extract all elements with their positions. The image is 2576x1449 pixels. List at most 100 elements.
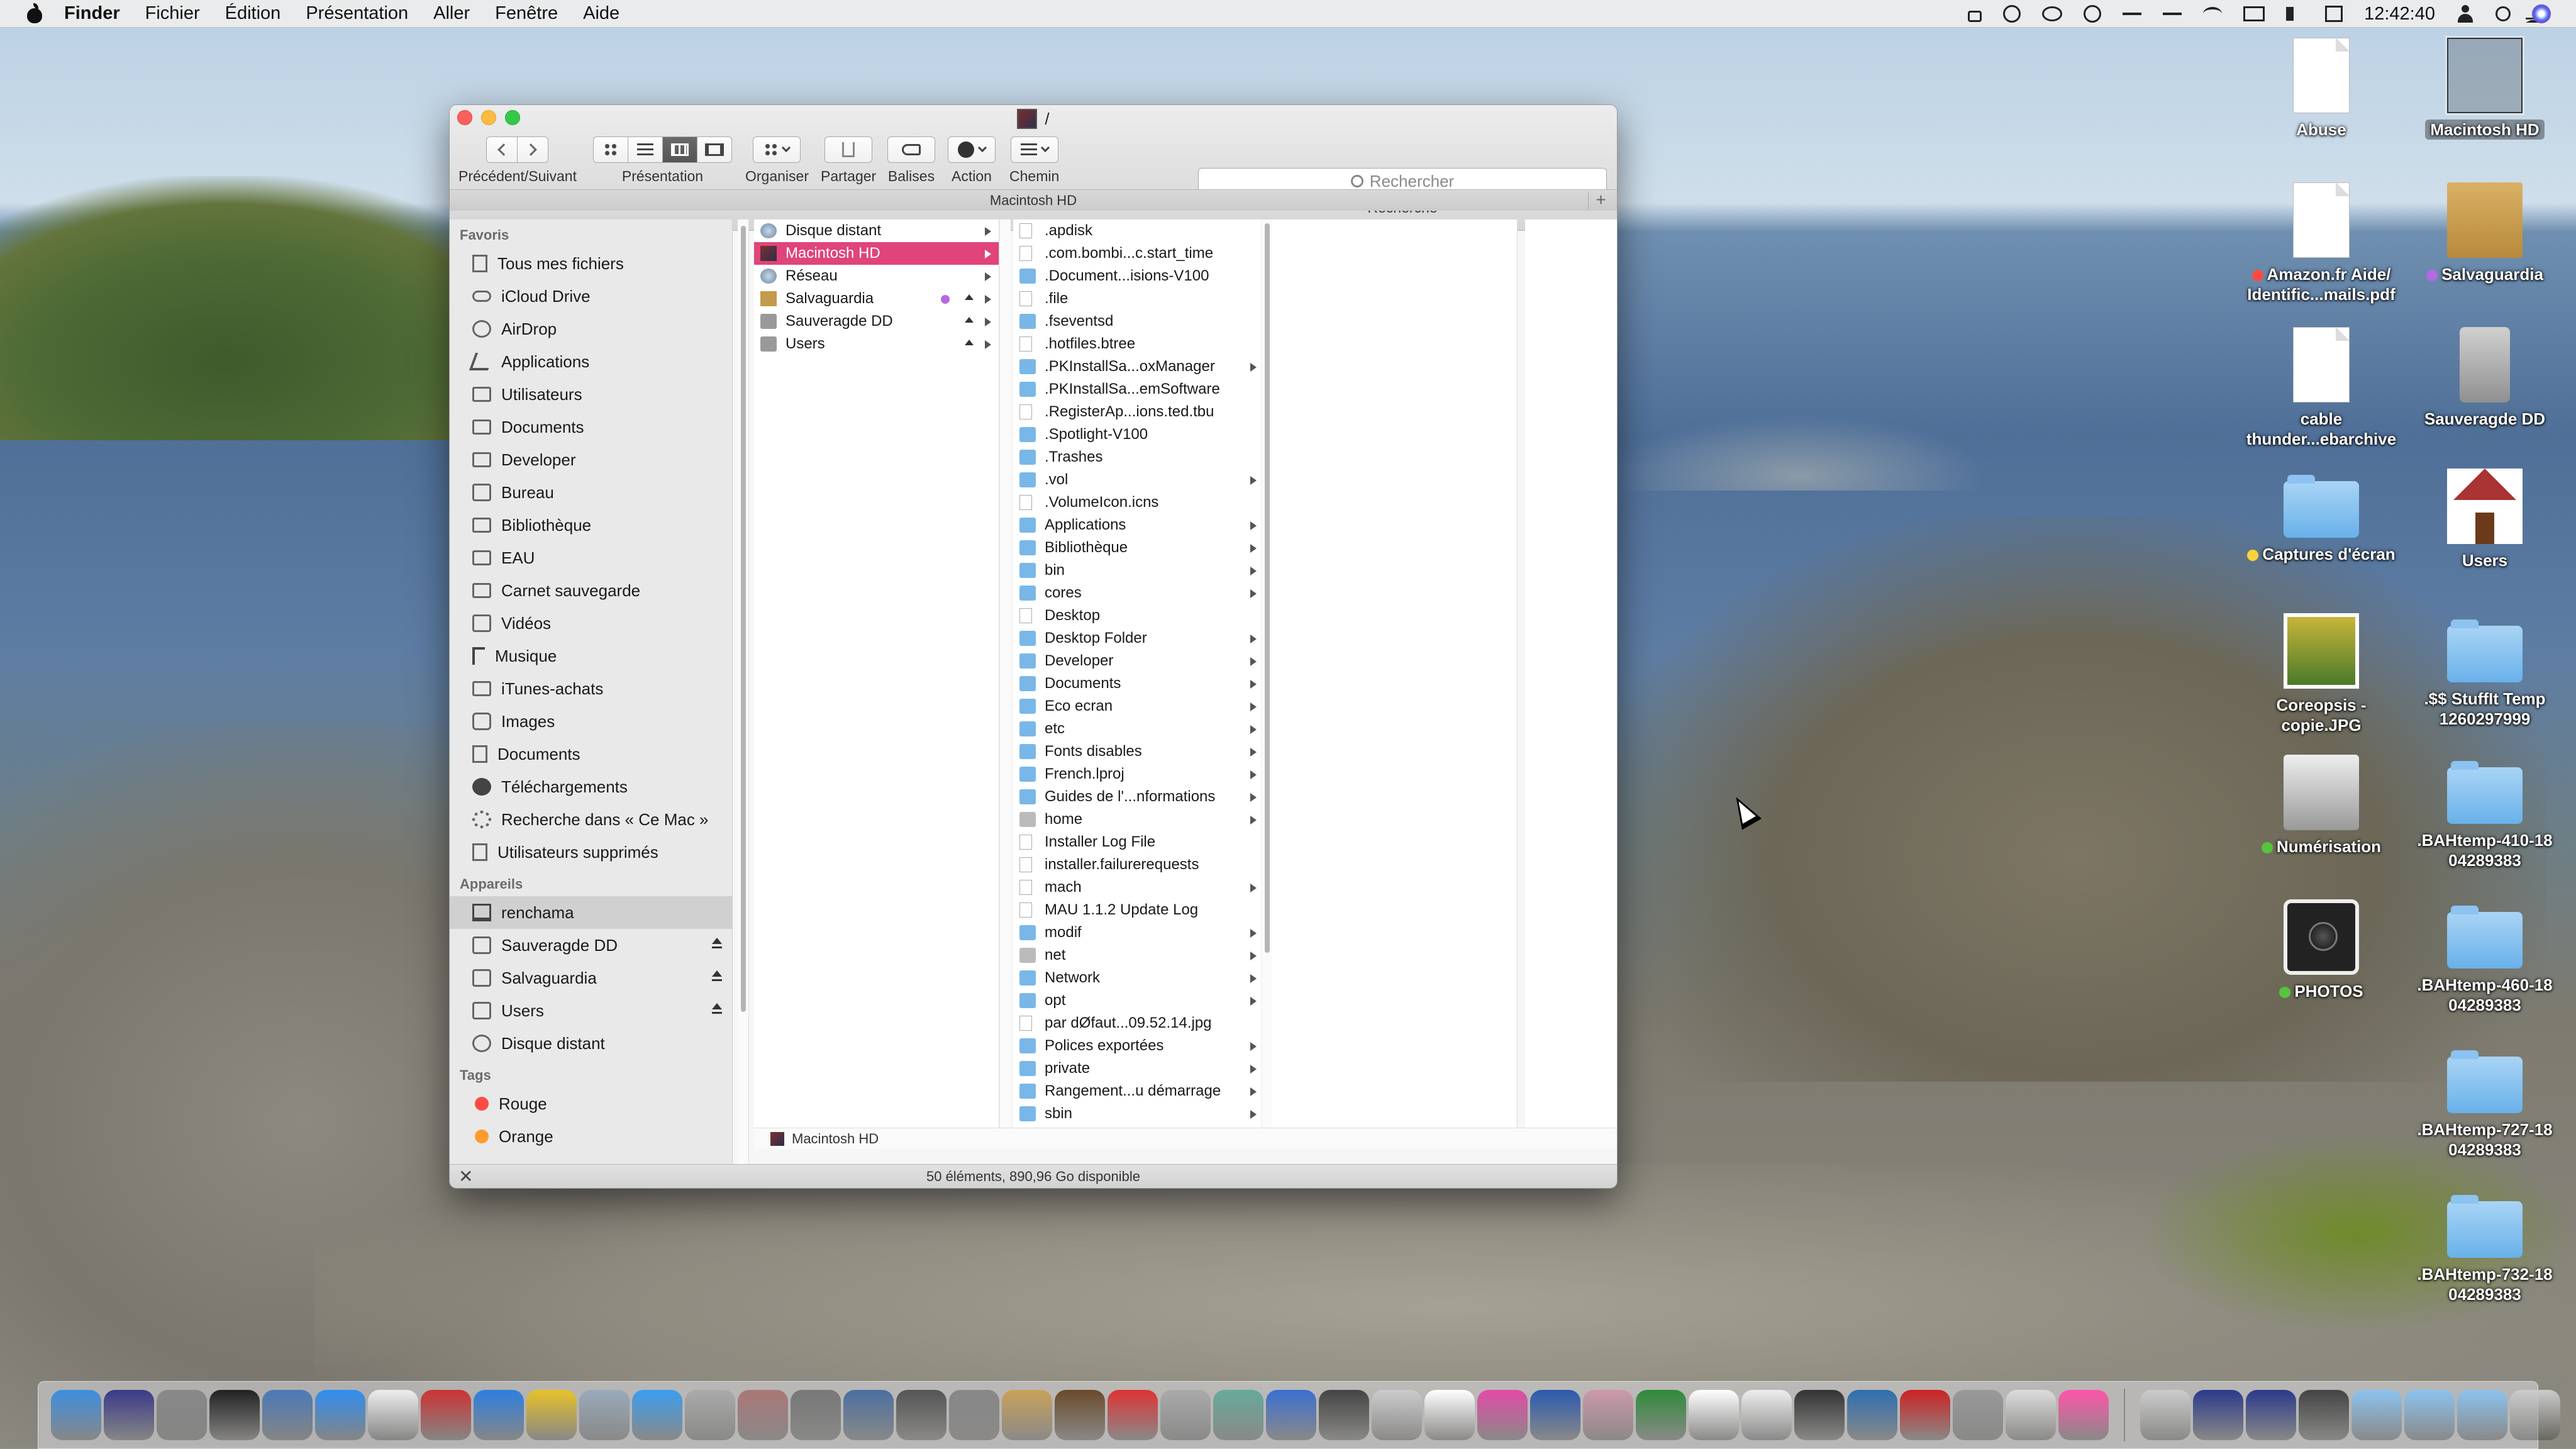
unarchiver-icon[interactable] bbox=[1055, 1390, 1105, 1440]
column-item[interactable]: mach bbox=[1013, 876, 1264, 899]
notes-icon[interactable] bbox=[368, 1390, 418, 1440]
arrange-button[interactable] bbox=[753, 136, 801, 163]
column-item[interactable]: etc bbox=[1013, 718, 1264, 740]
pdf-pen-icon[interactable] bbox=[2006, 1390, 2056, 1440]
column-item[interactable]: Disque distant bbox=[754, 219, 999, 242]
sidebar-item[interactable]: Utilisateurs bbox=[450, 378, 732, 411]
messages-icon[interactable] bbox=[632, 1390, 682, 1440]
apple-menu-icon[interactable] bbox=[25, 3, 44, 25]
desktop-icon-item[interactable]: Amazon.fr Aide/ Identific...mails.pdf bbox=[2243, 182, 2400, 304]
add-tab-button[interactable]: + bbox=[1588, 191, 1613, 209]
archive-icon[interactable] bbox=[1002, 1390, 1052, 1440]
back-button[interactable] bbox=[486, 136, 518, 163]
folder-stack-icon[interactable] bbox=[2351, 1390, 2402, 1440]
app-store-icon[interactable] bbox=[315, 1390, 365, 1440]
bluetooth-icon[interactable] bbox=[2084, 5, 2102, 23]
desktop-icon-item[interactable]: Coreopsis - copie.JPG bbox=[2243, 613, 2400, 735]
desktop-icon-item[interactable]: Users bbox=[2406, 469, 2563, 570]
photo-booth-icon[interactable] bbox=[421, 1390, 471, 1440]
contacts-icon[interactable] bbox=[1213, 1390, 1263, 1440]
column-item[interactable]: .PKInstallSa...oxManager bbox=[1013, 355, 1264, 378]
finder-icon[interactable] bbox=[51, 1390, 101, 1440]
sidebar-item[interactable]: Vidéos bbox=[450, 607, 732, 640]
sidebar-item[interactable]: EAU bbox=[450, 541, 732, 574]
action-button[interactable] bbox=[948, 136, 996, 163]
pdf-app-icon[interactable] bbox=[1900, 1390, 1950, 1440]
word-icon[interactable] bbox=[1530, 1390, 1580, 1440]
eject-icon[interactable] bbox=[965, 317, 974, 323]
menu-app-finder[interactable]: Finder bbox=[64, 3, 120, 24]
notebook-icon[interactable] bbox=[738, 1390, 788, 1440]
desktop-icon-item[interactable]: Salvaguardia bbox=[2406, 182, 2563, 284]
sidebar-item[interactable]: Bureau bbox=[450, 476, 732, 509]
sidebar-item[interactable]: Tous mes fichiers bbox=[450, 247, 732, 280]
photos-icon[interactable] bbox=[2058, 1390, 2109, 1440]
desktop-icon-item[interactable]: .$$ StuffIt Temp 1260297999 bbox=[2406, 613, 2563, 729]
desktop-icon-item[interactable]: Numérisation bbox=[2243, 755, 2400, 857]
column-item[interactable]: Fonts disables bbox=[1013, 740, 1264, 763]
desktop-icon-item[interactable]: .BAHtemp-732-18 04289383 bbox=[2406, 1189, 2563, 1304]
column-item[interactable]: .com.bombi...c.start_time bbox=[1013, 242, 1264, 265]
eject-icon[interactable] bbox=[712, 1003, 722, 1014]
excel-icon[interactable] bbox=[1636, 1390, 1686, 1440]
column-item[interactable]: .Document...isions-V100 bbox=[1013, 265, 1264, 287]
column-item[interactable]: Documents bbox=[1013, 672, 1264, 695]
trash-icon[interactable] bbox=[2510, 1390, 2560, 1440]
user-icon[interactable] bbox=[2457, 5, 2474, 23]
globe-icon[interactable] bbox=[1266, 1390, 1316, 1440]
sidebar-item[interactable]: Utilisateurs supprimés bbox=[450, 836, 732, 869]
desktop-icon-item[interactable]: .BAHtemp-410-18 04289383 bbox=[2406, 755, 2563, 870]
view-icons-button[interactable] bbox=[593, 136, 628, 163]
column-item[interactable]: .RegisterAp...ions.ted.tbu bbox=[1013, 401, 1264, 423]
desktop-icon-item[interactable]: PHOTOS bbox=[2243, 899, 2400, 1001]
column-item[interactable]: French.lproj bbox=[1013, 763, 1264, 786]
menu-fichier[interactable]: Fichier bbox=[145, 3, 200, 24]
window-titlebar[interactable]: / Précédent/Suivant Présentation Organis… bbox=[450, 105, 1617, 231]
view-coverflow-button[interactable] bbox=[697, 136, 732, 163]
column-item[interactable]: bin bbox=[1013, 559, 1264, 582]
sidebar-item[interactable]: iTunes-achats bbox=[450, 672, 732, 705]
downloads-stack-icon[interactable] bbox=[2404, 1390, 2455, 1440]
close-sidebar-icon[interactable]: ✕ bbox=[458, 1165, 473, 1188]
desktop-icon-item[interactable]: cable thunder...ebarchive bbox=[2243, 327, 2400, 449]
airplay-icon[interactable] bbox=[2243, 6, 2265, 21]
column-volumes-scrollbar[interactable] bbox=[999, 219, 1011, 1128]
phone-icon[interactable] bbox=[2163, 5, 2182, 23]
column-item[interactable]: Rangement...u démarrage bbox=[1013, 1080, 1264, 1102]
column-item[interactable]: .Trashes bbox=[1013, 446, 1264, 469]
desktop-icon-item[interactable]: Sauveragde DD bbox=[2406, 327, 2563, 429]
column-item[interactable]: sbin bbox=[1013, 1102, 1264, 1125]
column-item[interactable]: .PKInstallSa...emSoftware bbox=[1013, 378, 1264, 401]
column-item[interactable]: .apdisk bbox=[1013, 219, 1264, 242]
control-icon[interactable] bbox=[2299, 1390, 2349, 1440]
menu-aller[interactable]: Aller bbox=[433, 3, 470, 24]
sidebar-tag[interactable]: Orange bbox=[450, 1120, 732, 1153]
sidebar-item[interactable]: Téléchargements bbox=[450, 770, 732, 803]
forward-button[interactable] bbox=[517, 136, 549, 163]
view-list-button[interactable] bbox=[628, 136, 663, 163]
column-item[interactable]: .vol bbox=[1013, 469, 1264, 491]
disk-utility-icon[interactable] bbox=[1160, 1390, 1211, 1440]
webcam-icon[interactable] bbox=[1319, 1390, 1369, 1440]
siri-icon[interactable] bbox=[2532, 4, 2551, 23]
column-item[interactable]: .Spotlight-V100 bbox=[1013, 423, 1264, 446]
calendar-app-icon[interactable] bbox=[1108, 1390, 1158, 1440]
column-item[interactable]: Polices exportées bbox=[1013, 1035, 1264, 1057]
share-button[interactable] bbox=[824, 136, 873, 163]
itunes-doc-icon[interactable] bbox=[2140, 1390, 2190, 1440]
accessibility-icon[interactable] bbox=[2003, 5, 2021, 23]
path-button[interactable] bbox=[1010, 136, 1058, 163]
tags-button[interactable] bbox=[887, 136, 935, 163]
menu-edition[interactable]: Édition bbox=[225, 3, 281, 24]
spotlight-search-icon[interactable] bbox=[2496, 6, 2511, 21]
chat-bubble-icon[interactable] bbox=[2042, 6, 2063, 21]
sidebar-tag[interactable]: Rouge bbox=[450, 1087, 732, 1120]
sidebar-item[interactable]: Documents bbox=[450, 738, 732, 770]
sidebar-item[interactable]: Applications bbox=[450, 345, 732, 378]
safari-icon[interactable] bbox=[474, 1390, 524, 1440]
column-item[interactable]: Developer bbox=[1013, 650, 1264, 672]
column-root-scrollbar[interactable] bbox=[1261, 219, 1272, 1128]
eject-icon[interactable] bbox=[712, 970, 722, 981]
calendar-menu-icon[interactable] bbox=[2325, 6, 2343, 22]
plane-icon[interactable] bbox=[1372, 1390, 1422, 1440]
